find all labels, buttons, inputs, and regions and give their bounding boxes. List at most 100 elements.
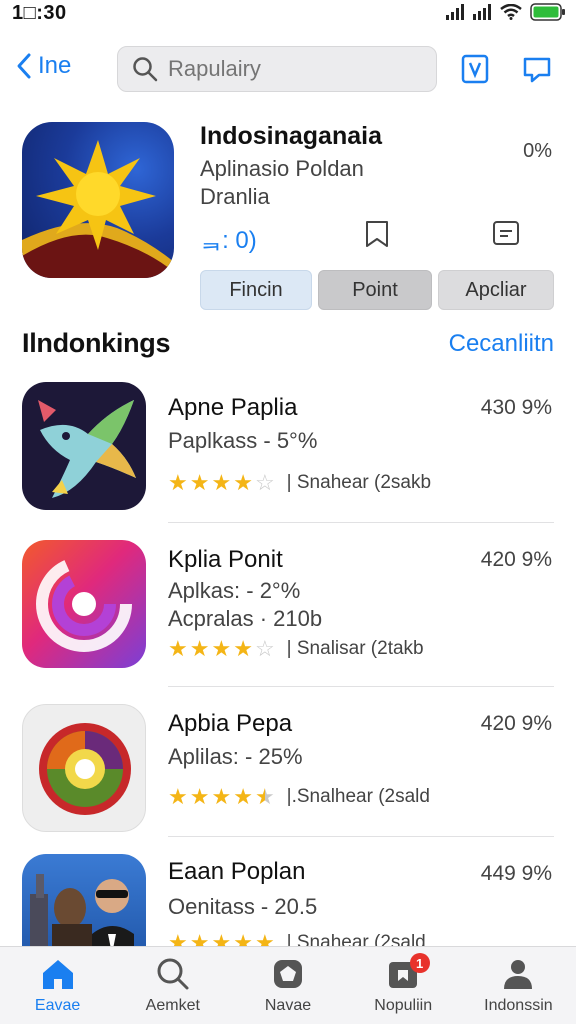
star-icon: ★ [233, 784, 253, 809]
box-icon [274, 960, 302, 988]
app-icon-button[interactable] [458, 52, 492, 86]
nav-bar: Ine [0, 44, 576, 94]
see-all-link[interactable]: Cecanliitn [449, 330, 554, 358]
featured-subtitle-2: Dranlia [200, 184, 270, 209]
app-rating: ★ ★ ★ ★ ☆ | Snahear (2sakb [168, 472, 431, 494]
star-icon: ★ [168, 930, 188, 947]
share-button[interactable] [520, 52, 554, 86]
star-icon: ★ [189, 470, 210, 495]
notification-badge: 1 [409, 953, 430, 973]
tab-updates[interactable]: 1 Nopuliin [346, 947, 461, 1024]
list-item[interactable]: Apne Paplia Paplkass - 5°% 430 9% ★ ★ ★ ★ ☆ … [0, 380, 576, 523]
notes-icon[interactable] [492, 220, 520, 246]
back-label: Ine [38, 52, 72, 79]
status-icons [446, 3, 566, 21]
star-icon: ★ [168, 636, 188, 661]
search-icon [157, 958, 189, 990]
movie-poster-icon [30, 874, 134, 946]
tab-bar: Eavae Aemket Navae 1 Nopuliin Indonssin [0, 946, 576, 1024]
featured-stat: ᆿ: 0) [200, 227, 257, 254]
search-box[interactable] [117, 46, 437, 92]
wifi-icon [500, 4, 522, 20]
search-icon [133, 57, 158, 82]
app-frame-icon [461, 54, 489, 84]
rating-text: | Snalisar (2takb [286, 638, 424, 659]
search-input[interactable] [168, 56, 428, 82]
app-icon [22, 704, 146, 832]
star-icon: ★ [189, 784, 210, 809]
list-item[interactable]: Kplia Ponit Aplkas: - 2°% Acpralas · 210… [0, 538, 576, 688]
star-icon: ★ [211, 470, 232, 495]
app-score: 420 9% [480, 712, 552, 735]
app-detail-2: Acpralas · 210b [168, 606, 323, 631]
star-icon: ★ [211, 636, 232, 661]
star-icon: ★ [168, 784, 188, 809]
app-name: Kplia Ponit [168, 546, 283, 573]
camera-lens-icon [39, 723, 131, 815]
star-empty-icon: ☆ [254, 636, 275, 661]
star-icon: ★ [211, 930, 232, 947]
app-detail: Oenitass - 20.5 [168, 894, 318, 919]
tab-apps[interactable]: Navae [230, 947, 345, 1024]
tab-label: Indonssin [484, 997, 553, 1014]
featured-app-icon[interactable] [22, 122, 174, 278]
tab-today[interactable]: Eavae [0, 947, 115, 1024]
tab-label: Eavae [34, 997, 81, 1014]
featured-app: Indosinaganaia Aplinasio Poldan Dranlia … [0, 120, 576, 320]
list-item[interactable]: Apbia Pepa Aplilas: - 25% 420 9% ★ ★ ★ ★ ★ |… [0, 702, 576, 838]
app-rating: ★ ★ ★ ★ ★ | Snahear (2sald [168, 930, 426, 947]
star-empty-icon: ☆ [254, 470, 275, 495]
cellular-signal-icon [446, 4, 464, 20]
sunburst-icon [22, 140, 174, 278]
star-half-icon: ★ [254, 784, 275, 809]
tab-label: Nopuliin [374, 997, 433, 1014]
divider [168, 686, 554, 687]
app-detail: Aplkas: - 2°% [168, 578, 301, 603]
star-icon: ★ [233, 636, 253, 661]
tab-label: Navae [264, 997, 312, 1014]
featured-button-1[interactable]: Fincin [200, 270, 312, 310]
tab-label: Aemket [145, 997, 200, 1014]
featured-title: Indosinaganaia [200, 122, 382, 150]
app-icon [22, 540, 146, 668]
app-name: Apne Paplia [168, 394, 298, 421]
status-bar: 1□:30 [0, 0, 576, 28]
star-icon: ★ [168, 470, 188, 495]
featured-button-3[interactable]: Apcliar [438, 270, 554, 310]
app-name: Eaan Poplan [168, 858, 306, 885]
featured-button-2[interactable]: Point [318, 270, 432, 310]
back-button[interactable]: Ine [16, 52, 71, 80]
home-icon [42, 960, 73, 989]
chevron-left-icon [17, 53, 31, 79]
star-icon: ★ [189, 930, 210, 947]
status-time: 1□:30 [12, 2, 67, 24]
tab-account[interactable]: Indonssin [461, 947, 576, 1024]
star-icon: ★ [233, 930, 253, 947]
app-icon [22, 854, 146, 946]
divider [168, 522, 554, 523]
person-icon [504, 960, 533, 989]
swirl-icon [36, 556, 132, 652]
featured-percent: 0% [523, 140, 552, 162]
app-detail: Paplkass - 5°% [168, 428, 318, 453]
message-icon [523, 57, 551, 83]
list-item[interactable]: Eaan Poplan Oenitass - 20.5 449 9% ★ ★ ★ ★ ★… [0, 852, 576, 946]
app-score: 420 9% [480, 548, 552, 571]
battery-icon [530, 3, 565, 21]
star-icon: ★ [233, 470, 253, 495]
signal-strength-icon [473, 4, 491, 20]
bird-icon [38, 400, 136, 498]
rating-text: | Snahear (2sald [286, 932, 426, 946]
section-title: Ilndonkings [22, 328, 171, 358]
app-name: Apbia Pepa [168, 710, 293, 737]
bookmark-icon[interactable] [364, 220, 390, 248]
app-rating: ★ ★ ★ ★ ★ |.Snalhear (2sald [168, 786, 430, 808]
app-rating: ★ ★ ★ ★ ☆ | Snalisar (2takb [168, 638, 424, 660]
app-score: 449 9% [480, 862, 552, 885]
featured-subtitle: Aplinasio Poldan [200, 156, 364, 181]
rating-text: | Snahear (2sakb [286, 472, 432, 493]
app-icon [22, 382, 146, 510]
divider [168, 836, 554, 837]
star-icon: ★ [211, 784, 232, 809]
tab-search[interactable]: Aemket [115, 947, 230, 1024]
